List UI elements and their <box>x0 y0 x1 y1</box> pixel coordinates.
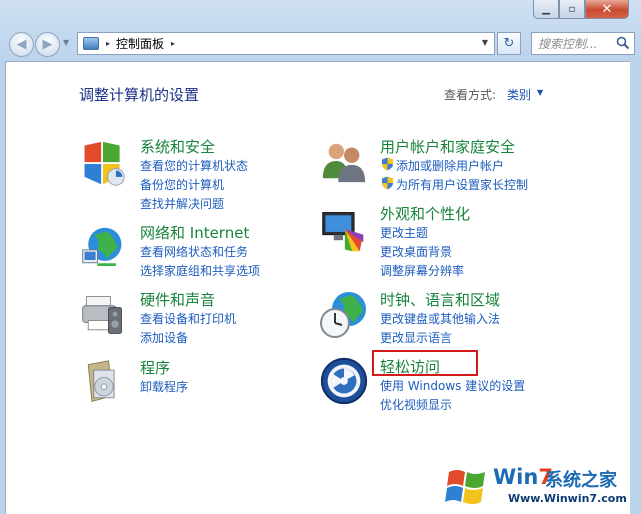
maximize-button[interactable]: ▫ <box>559 0 585 19</box>
clock-language-icon[interactable] <box>319 289 371 341</box>
link-backup-computer[interactable]: 备份您的计算机 <box>140 176 224 193</box>
link-troubleshoot[interactable]: 查找并解决问题 <box>140 195 224 212</box>
breadcrumb-separator-icon[interactable]: ▸ <box>106 39 110 48</box>
view-by-chevron-icon[interactable]: ▼ <box>537 88 543 97</box>
windows-logo-icon <box>445 470 485 504</box>
link-homegroup-sharing[interactable]: 选择家庭组和共享选项 <box>140 262 260 279</box>
content-pane: 调整计算机的设置 查看方式: 类别 ▼ 系统和安全 查看您的计算机状态 备份您的… <box>5 61 630 514</box>
link-view-computer-status[interactable]: 查看您的计算机状态 <box>140 157 248 174</box>
category-title[interactable]: 外观和个性化 <box>380 203 470 224</box>
highlight-annotation-box <box>372 350 478 376</box>
watermark-brand-prefix: Win <box>493 465 539 489</box>
view-by-label: 查看方式: <box>444 88 497 102</box>
appearance-icon[interactable] <box>319 207 367 255</box>
uac-shield-icon <box>382 157 393 171</box>
close-icon: ✕ <box>601 1 613 17</box>
category-title[interactable]: 用户帐户和家庭安全 <box>380 136 515 157</box>
watermark-url: Www.Winwin7.com <box>508 492 627 505</box>
link-change-keyboard[interactable]: 更改键盘或其他输入法 <box>380 310 500 327</box>
system-security-icon[interactable] <box>79 140 127 188</box>
address-bar[interactable]: ▸ 控制面板 ▸ ▼ <box>77 32 495 55</box>
link-network-status[interactable]: 查看网络状态和任务 <box>140 243 248 260</box>
link-add-remove-accounts[interactable]: 添加或删除用户帐户 <box>396 157 504 174</box>
forward-arrow-icon: ▶ <box>42 37 53 52</box>
category-title[interactable]: 程序 <box>140 357 170 378</box>
category-programs: 程序 卸载程序 <box>79 355 299 411</box>
refresh-icon: ↻ <box>503 36 515 51</box>
link-windows-suggested-settings[interactable]: 使用 Windows 建议的设置 <box>380 377 525 394</box>
category-title[interactable]: 系统和安全 <box>140 136 215 157</box>
page-title: 调整计算机的设置 <box>79 86 200 104</box>
caption-buttons: ▁ ▫ ✕ <box>533 0 629 19</box>
link-optimize-display[interactable]: 优化视频显示 <box>380 396 452 413</box>
category-appearance: 外观和个性化 更改主题 更改桌面背景 调整屏幕分辨率 <box>319 201 559 279</box>
hardware-sound-icon[interactable] <box>79 291 127 339</box>
maximize-icon: ▫ <box>568 3 576 15</box>
search-icon[interactable] <box>616 36 630 50</box>
close-button[interactable]: ✕ <box>585 0 629 19</box>
recent-pages-dropdown[interactable]: ▼ <box>63 38 69 47</box>
minimize-icon: ▁ <box>542 3 550 15</box>
category-hardware-sound: 硬件和声音 查看设备和打印机 添加设备 <box>79 287 299 345</box>
category-network-internet: 网络和 Internet 查看网络状态和任务 选择家庭组和共享选项 <box>79 220 299 278</box>
back-button[interactable]: ◀ <box>9 32 34 57</box>
view-by-dropdown[interactable]: 类别 <box>507 86 531 103</box>
search-input[interactable]: 搜索控制... <box>538 35 608 52</box>
category-title[interactable]: 网络和 Internet <box>140 222 249 243</box>
link-screen-resolution[interactable]: 调整屏幕分辨率 <box>380 262 464 279</box>
link-change-theme[interactable]: 更改主题 <box>380 224 428 241</box>
search-box[interactable]: 搜索控制... <box>531 32 635 55</box>
uac-shield-icon <box>382 176 393 190</box>
link-parental-controls[interactable]: 为所有用户设置家长控制 <box>396 176 528 193</box>
programs-icon[interactable] <box>79 359 127 407</box>
link-add-device[interactable]: 添加设备 <box>140 329 188 346</box>
navigation-bar: ◀ ▶ ▼ ▸ 控制面板 ▸ ▼ ↻ 搜索控制... <box>6 31 635 57</box>
breadcrumb-separator-icon[interactable]: ▸ <box>171 39 175 48</box>
breadcrumb-control-panel[interactable]: 控制面板 <box>116 35 164 52</box>
control-panel-window: ▁ ▫ ✕ ◀ ▶ ▼ ▸ 控制面板 ▸ ▼ ↻ 搜索控制... 调整计算机的设… <box>0 0 641 514</box>
forward-button[interactable]: ▶ <box>35 32 60 57</box>
watermark: Win7 系统之家 Www.Winwin7.com <box>441 462 637 512</box>
control-panel-icon <box>83 37 99 50</box>
address-dropdown-icon[interactable]: ▼ <box>482 38 488 47</box>
minimize-button[interactable]: ▁ <box>533 0 559 19</box>
ease-of-access-icon[interactable] <box>319 356 369 406</box>
category-user-accounts: 用户帐户和家庭安全 添加或删除用户帐户 为所有用户设置家长控制 <box>319 134 559 192</box>
link-devices-printers[interactable]: 查看设备和打印机 <box>140 310 236 327</box>
watermark-brand: Win7 <box>493 465 553 489</box>
link-uninstall-program[interactable]: 卸载程序 <box>140 378 188 395</box>
link-desktop-background[interactable]: 更改桌面背景 <box>380 243 452 260</box>
category-system-security: 系统和安全 查看您的计算机状态 备份您的计算机 查找并解决问题 <box>79 134 299 212</box>
user-accounts-icon[interactable] <box>319 136 369 186</box>
category-clock-language: 时钟、语言和区域 更改键盘或其他输入法 更改显示语言 <box>319 287 559 345</box>
refresh-button[interactable]: ↻ <box>497 32 521 55</box>
network-internet-icon[interactable] <box>79 224 127 272</box>
category-title[interactable]: 硬件和声音 <box>140 289 215 310</box>
category-title[interactable]: 时钟、语言和区域 <box>380 289 500 310</box>
watermark-brand-cn: 系统之家 <box>545 470 617 491</box>
link-display-language[interactable]: 更改显示语言 <box>380 329 452 346</box>
back-arrow-icon: ◀ <box>16 37 27 52</box>
